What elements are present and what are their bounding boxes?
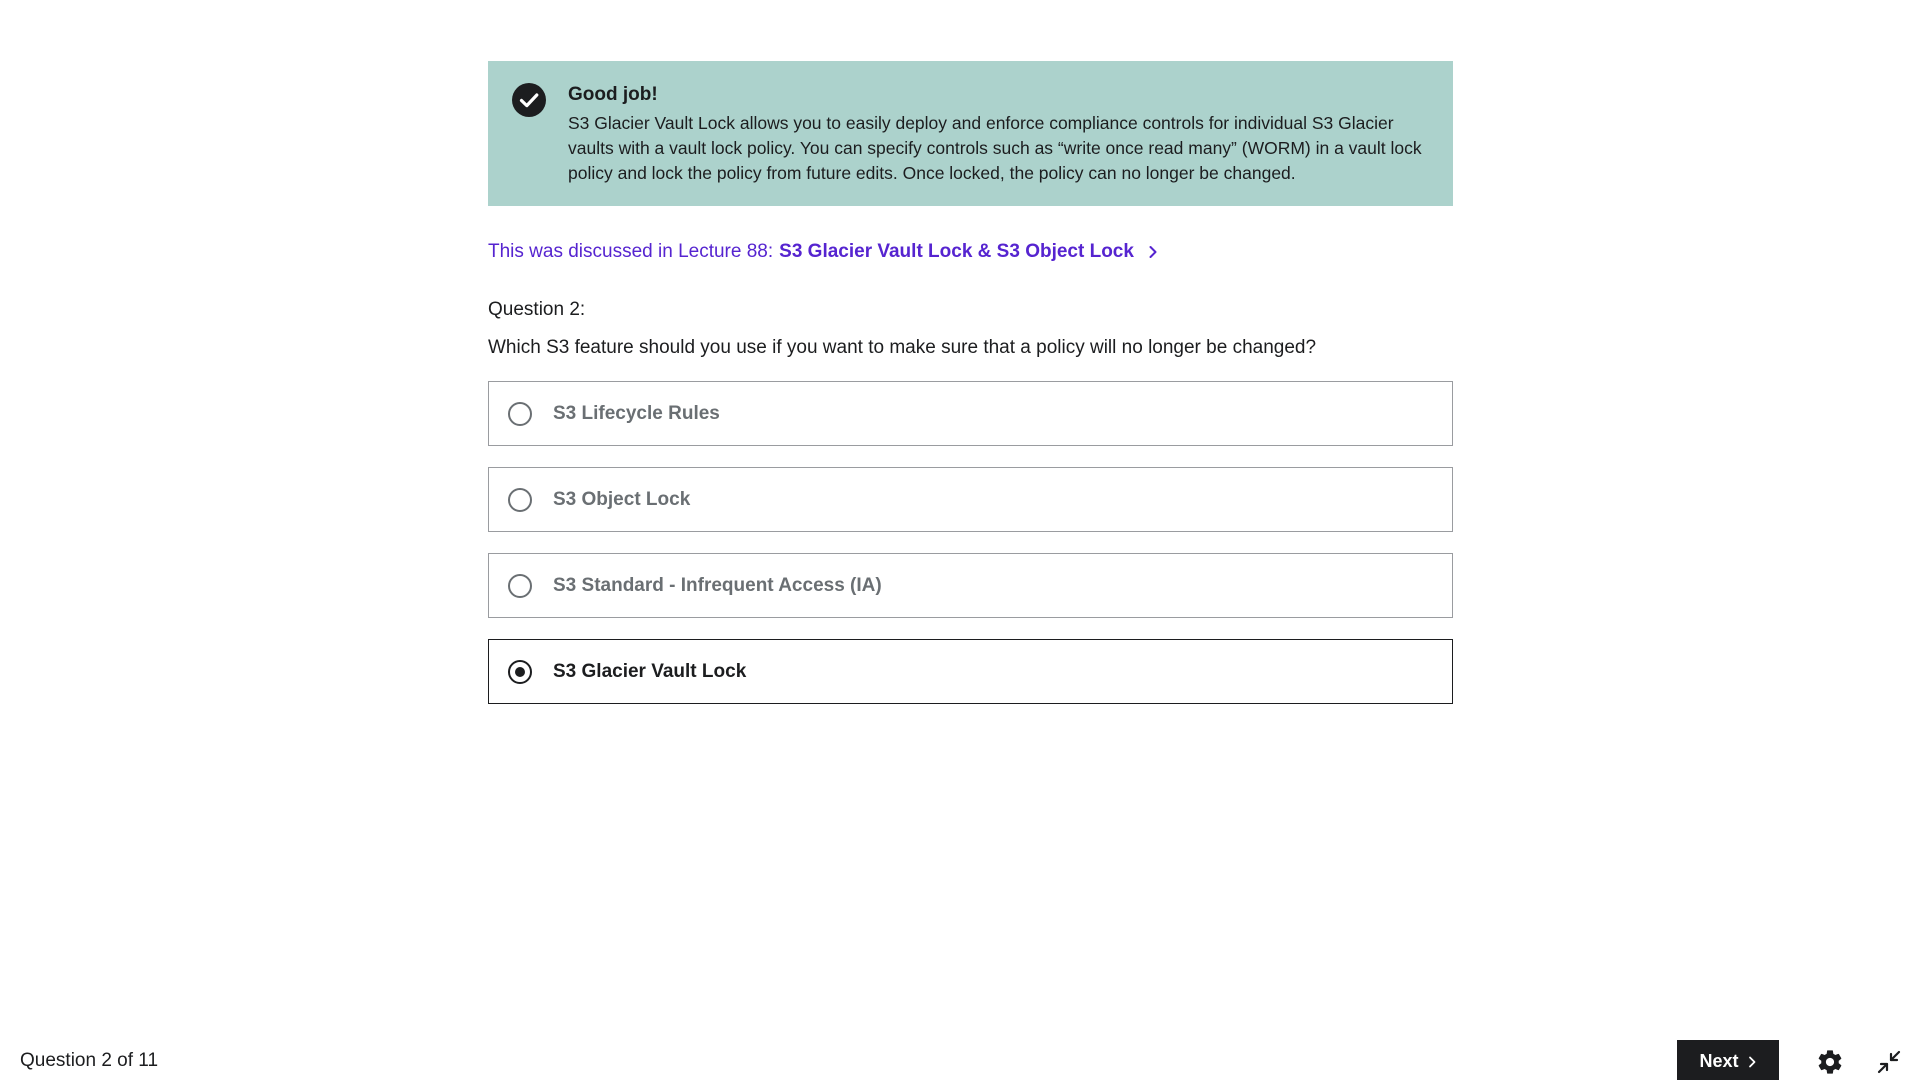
question-prompt: Which S3 feature should you use if you w…: [488, 337, 1317, 358]
chevron-right-icon[interactable]: [1146, 245, 1160, 259]
gear-icon[interactable]: [1816, 1048, 1844, 1076]
answer-option-label: S3 Object Lock: [553, 488, 691, 510]
feedback-title: Good job!: [568, 84, 658, 105]
quiz-page: Good job! S3 Glacier Vault Lock allows y…: [0, 0, 1920, 1080]
question-number: Question 2:: [488, 299, 586, 320]
collapse-icon[interactable]: [1876, 1049, 1902, 1075]
radio-button[interactable]: [508, 573, 532, 598]
answer-option-3[interactable]: S3 Standard - Infrequent Access (IA): [488, 553, 1453, 618]
radio-button[interactable]: [508, 487, 532, 512]
answer-option-label: S3 Standard - Infrequent Access (IA): [553, 574, 882, 596]
answer-option-label: S3 Lifecycle Rules: [553, 402, 720, 424]
chevron-right-icon: [1748, 1056, 1755, 1067]
next-button[interactable]: Next: [1677, 1040, 1779, 1080]
next-button-label: Next: [1699, 1051, 1739, 1071]
lecture-reference: This was discussed in Lecture 88: S3 Gla…: [488, 239, 1453, 265]
check-circle-icon: [512, 83, 546, 117]
feedback-explanation: S3 Glacier Vault Lock allows you to easi…: [568, 113, 1422, 183]
lecture-prefix: This was discussed in Lecture 88:: [488, 241, 774, 262]
question-progress: Question 2 of 11: [20, 1050, 159, 1071]
answer-option-1[interactable]: S3 Lifecycle Rules: [488, 381, 1453, 446]
answer-option-label: S3 Glacier Vault Lock: [553, 660, 747, 682]
radio-button-selected[interactable]: [508, 659, 532, 684]
quiz-content: Good job! S3 Glacier Vault Lock allows y…: [488, 61, 1453, 725]
feedback-banner: Good job! S3 Glacier Vault Lock allows y…: [488, 61, 1453, 206]
radio-button[interactable]: [508, 401, 532, 426]
answer-option-4[interactable]: S3 Glacier Vault Lock: [488, 639, 1453, 704]
answer-option-2[interactable]: S3 Object Lock: [488, 467, 1453, 532]
answer-options: S3 Lifecycle Rules S3 Object Lock S3 Sta…: [488, 381, 1453, 704]
lecture-link[interactable]: S3 Glacier Vault Lock & S3 Object Lock: [779, 239, 1134, 265]
